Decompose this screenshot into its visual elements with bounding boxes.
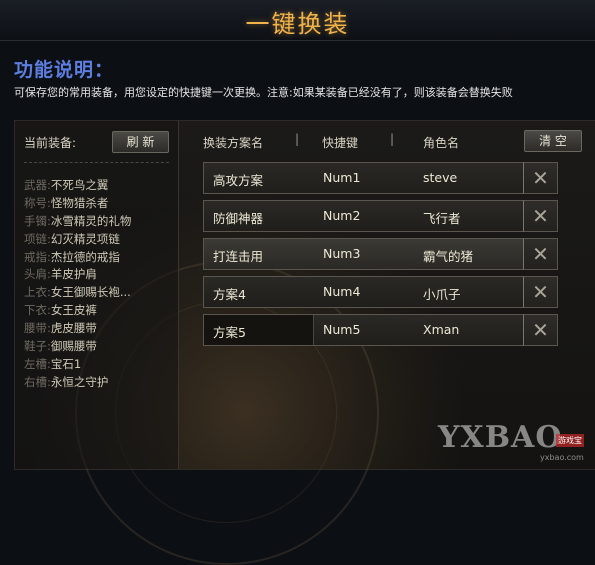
equipment-item: 头肩:羊皮护肩 [24,267,97,282]
scheme-name: 打连击用 [213,249,264,264]
watermark-url: yxbao.com [540,453,584,462]
table-row[interactable]: 方案5 Num5 Xman [203,314,526,346]
scheme-role: 小爪子 [423,287,461,302]
header-separator: | [295,132,300,146]
title-bar: 一键换装 [0,0,595,41]
equipment-item: 右槽:永恒之守护 [24,374,109,389]
refresh-button[interactable]: 刷 新 [112,131,169,153]
equipment-item: 戒指:杰拉德的戒指 [24,249,120,264]
equipment-list: 武器:不死鸟之翼 称号:怪物猎杀者 手镯:冰雪精灵的礼物 项链:幻灭精灵项链 戒… [24,177,131,392]
description-heading: 功能说明： [14,59,115,81]
scheme-name: 方案4 [213,287,246,302]
equipment-item: 腰带:虎皮腰带 [24,321,97,336]
header-role-name: 角色名 [423,136,460,150]
delete-row-icon[interactable]: ✕ [523,200,558,232]
table-row[interactable]: 防御神器 Num2 飞行者 [203,200,526,232]
equipment-item: 项链:幻灭精灵项链 [24,231,120,246]
watermark-tag: 游戏宝 [556,434,584,447]
scheme-hotkey: Num1 [323,170,361,185]
delete-row-icon[interactable]: ✕ [523,238,558,270]
clear-button[interactable]: 清 空 [524,130,582,152]
scheme-hotkey: Num4 [323,284,361,299]
header-hotkey: 快捷键 [322,136,359,150]
equipment-item: 手镯:冰雪精灵的礼物 [24,213,132,228]
header-separator: | [390,132,395,146]
scheme-name: 高攻方案 [213,173,264,188]
equipment-item: 武器:不死鸟之翼 [24,178,109,192]
table-row[interactable]: 打连击用 Num3 霸气的猪 [203,238,526,270]
current-equipment-panel: 当前装备: 刷 新 武器:不死鸟之翼 称号:怪物猎杀者 手镯:冰雪精灵的礼物 项… [15,121,179,469]
scheme-hotkey: Num5 [323,322,361,337]
scheme-role: 霸气的猪 [423,249,474,264]
page-title: 一键换装 [245,10,350,38]
equipment-item: 鞋子:御赐腰带 [24,339,97,354]
scheme-hotkey: Num3 [323,246,361,261]
scheme-name: 方案5 [213,325,246,340]
scheme-hotkey: Num2 [323,208,361,223]
delete-row-icon[interactable]: ✕ [523,276,558,308]
delete-row-icon[interactable]: ✕ [523,162,558,194]
current-equipment-label: 当前装备: [24,136,77,150]
delete-row-icon[interactable]: ✕ [523,314,558,346]
scheme-role: steve [423,170,458,185]
equipment-item: 下衣:女王皮裤 [24,303,97,318]
divider [24,162,169,163]
scheme-role: Xman [423,322,460,337]
scheme-name: 防御神器 [213,211,264,226]
table-row[interactable]: 高攻方案 Num1 steve [203,162,526,194]
description-text: 可保存您的常用装备，用您设定的快捷键一次更换。注意:如果某装备已经没有了，则该装… [14,86,513,99]
equipment-item: 左槽:宝石1 [24,356,82,371]
table-row[interactable]: 方案4 Num4 小爪子 [203,276,526,308]
equipment-item: 称号:怪物猎杀者 [24,195,109,210]
equipment-item: 上衣:女王御赐长袍... [24,285,131,300]
outfit-panel: 当前装备: 刷 新 武器:不死鸟之翼 称号:怪物猎杀者 手镯:冰雪精灵的礼物 项… [14,120,595,565]
header-scheme-name: 换装方案名 [203,136,264,150]
watermark-logo: YXBAO [438,420,563,455]
scheme-role: 飞行者 [423,211,461,226]
